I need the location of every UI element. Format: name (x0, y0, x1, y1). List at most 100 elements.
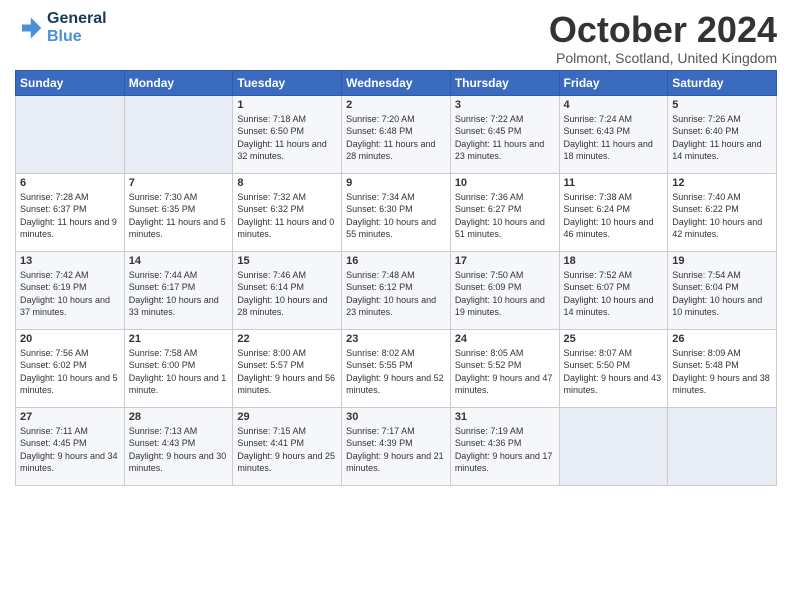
calendar-page: General Blue October 2024 Polmont, Scotl… (0, 0, 792, 494)
weekday-header: Tuesday (233, 70, 342, 95)
day-number: 12 (672, 177, 772, 189)
cell-details: Sunrise: 7:11 AM Sunset: 4:45 PM Dayligh… (20, 425, 120, 475)
day-number: 17 (455, 255, 555, 267)
cell-details: Sunrise: 7:48 AM Sunset: 6:12 PM Dayligh… (346, 269, 446, 319)
cell-details: Sunrise: 7:30 AM Sunset: 6:35 PM Dayligh… (129, 191, 229, 241)
cell-details: Sunrise: 8:02 AM Sunset: 5:55 PM Dayligh… (346, 347, 446, 397)
cell-details: Sunrise: 7:46 AM Sunset: 6:14 PM Dayligh… (237, 269, 337, 319)
day-number: 20 (20, 333, 120, 345)
day-number: 5 (672, 99, 772, 111)
cell-details: Sunrise: 7:17 AM Sunset: 4:39 PM Dayligh… (346, 425, 446, 475)
calendar-cell (16, 95, 125, 173)
cell-details: Sunrise: 7:44 AM Sunset: 6:17 PM Dayligh… (129, 269, 229, 319)
cell-details: Sunrise: 7:34 AM Sunset: 6:30 PM Dayligh… (346, 191, 446, 241)
calendar-cell: 10 Sunrise: 7:36 AM Sunset: 6:27 PM Dayli… (450, 173, 559, 251)
calendar-cell: 31 Sunrise: 7:19 AM Sunset: 4:36 PM Dayli… (450, 407, 559, 485)
day-number: 28 (129, 411, 229, 423)
cell-details: Sunrise: 7:50 AM Sunset: 6:09 PM Dayligh… (455, 269, 555, 319)
day-number: 9 (346, 177, 446, 189)
cell-details: Sunrise: 8:05 AM Sunset: 5:52 PM Dayligh… (455, 347, 555, 397)
weekday-header: Saturday (668, 70, 777, 95)
day-number: 24 (455, 333, 555, 345)
calendar-week-row: 20 Sunrise: 7:56 AM Sunset: 6:02 PM Dayli… (16, 329, 777, 407)
day-number: 4 (564, 99, 664, 111)
day-number: 2 (346, 99, 446, 111)
day-number: 1 (237, 99, 337, 111)
calendar-week-row: 1 Sunrise: 7:18 AM Sunset: 6:50 PM Daylig… (16, 95, 777, 173)
calendar-cell: 8Sunrise: 7:32 AM Sunset: 6:32 PM Daylig… (233, 173, 342, 251)
day-number: 29 (237, 411, 337, 423)
calendar-cell: 23 Sunrise: 8:02 AM Sunset: 5:55 PM Dayli… (342, 329, 451, 407)
weekday-header: Sunday (16, 70, 125, 95)
calendar-cell: 20 Sunrise: 7:56 AM Sunset: 6:02 PM Dayli… (16, 329, 125, 407)
day-number: 6 (20, 177, 120, 189)
cell-details: Sunrise: 7:52 AM Sunset: 6:07 PM Dayligh… (564, 269, 664, 319)
weekday-header-row: SundayMondayTuesdayWednesdayThursdayFrid… (16, 70, 777, 95)
calendar-cell: 22 Sunrise: 8:00 AM Sunset: 5:57 PM Dayli… (233, 329, 342, 407)
calendar-cell: 17 Sunrise: 7:50 AM Sunset: 6:09 PM Dayli… (450, 251, 559, 329)
day-number: 21 (129, 333, 229, 345)
weekday-header: Wednesday (342, 70, 451, 95)
day-number: 23 (346, 333, 446, 345)
day-number: 10 (455, 177, 555, 189)
calendar-week-row: 27 Sunrise: 7:11 AM Sunset: 4:45 PM Dayli… (16, 407, 777, 485)
cell-details: Sunrise: 7:24 AM Sunset: 6:43 PM Dayligh… (564, 113, 664, 163)
cell-details: Sunrise: 8:07 AM Sunset: 5:50 PM Dayligh… (564, 347, 664, 397)
calendar-cell: 26 Sunrise: 8:09 AM Sunset: 5:48 PM Dayli… (668, 329, 777, 407)
day-number: 26 (672, 333, 772, 345)
calendar-week-row: 13Sunrise: 7:42 AM Sunset: 6:19 PM Dayli… (16, 251, 777, 329)
day-number: 15 (237, 255, 337, 267)
day-number: 31 (455, 411, 555, 423)
calendar-cell: 2Sunrise: 7:20 AM Sunset: 6:48 PM Daylig… (342, 95, 451, 173)
weekday-header: Thursday (450, 70, 559, 95)
logo-icon (15, 14, 43, 42)
calendar-cell: 29 Sunrise: 7:15 AM Sunset: 4:41 PM Dayli… (233, 407, 342, 485)
calendar-cell: 11Sunrise: 7:38 AM Sunset: 6:24 PM Dayli… (559, 173, 668, 251)
calendar-cell: 9 Sunrise: 7:34 AM Sunset: 6:30 PM Daylig… (342, 173, 451, 251)
calendar-cell (124, 95, 233, 173)
month-title: October 2024 (549, 10, 777, 50)
cell-details: Sunrise: 7:28 AM Sunset: 6:37 PM Dayligh… (20, 191, 120, 241)
calendar-cell: 13Sunrise: 7:42 AM Sunset: 6:19 PM Dayli… (16, 251, 125, 329)
calendar-cell: 14 Sunrise: 7:44 AM Sunset: 6:17 PM Dayli… (124, 251, 233, 329)
cell-details: Sunrise: 7:22 AM Sunset: 6:45 PM Dayligh… (455, 113, 555, 163)
logo-text: General Blue (47, 10, 107, 45)
cell-details: Sunrise: 7:32 AM Sunset: 6:32 PM Dayligh… (237, 191, 337, 241)
calendar-cell: 7 Sunrise: 7:30 AM Sunset: 6:35 PM Daylig… (124, 173, 233, 251)
cell-details: Sunrise: 7:54 AM Sunset: 6:04 PM Dayligh… (672, 269, 772, 319)
cell-details: Sunrise: 7:36 AM Sunset: 6:27 PM Dayligh… (455, 191, 555, 241)
cell-details: Sunrise: 7:56 AM Sunset: 6:02 PM Dayligh… (20, 347, 120, 397)
cell-details: Sunrise: 7:26 AM Sunset: 6:40 PM Dayligh… (672, 113, 772, 163)
day-number: 3 (455, 99, 555, 111)
cell-details: Sunrise: 7:18 AM Sunset: 6:50 PM Dayligh… (237, 113, 337, 163)
calendar-cell: 15 Sunrise: 7:46 AM Sunset: 6:14 PM Dayli… (233, 251, 342, 329)
calendar-cell: 18Sunrise: 7:52 AM Sunset: 6:07 PM Dayli… (559, 251, 668, 329)
cell-details: Sunrise: 7:38 AM Sunset: 6:24 PM Dayligh… (564, 191, 664, 241)
calendar-cell: 6 Sunrise: 7:28 AM Sunset: 6:37 PM Daylig… (16, 173, 125, 251)
calendar-cell: 16Sunrise: 7:48 AM Sunset: 6:12 PM Dayli… (342, 251, 451, 329)
logo: General Blue (15, 10, 107, 45)
cell-details: Sunrise: 7:42 AM Sunset: 6:19 PM Dayligh… (20, 269, 120, 319)
title-block: October 2024 Polmont, Scotland, United K… (549, 10, 777, 66)
calendar-cell (668, 407, 777, 485)
calendar-cell: 24 Sunrise: 8:05 AM Sunset: 5:52 PM Dayli… (450, 329, 559, 407)
day-number: 22 (237, 333, 337, 345)
calendar-cell: 25 Sunrise: 8:07 AM Sunset: 5:50 PM Dayli… (559, 329, 668, 407)
cell-details: Sunrise: 7:40 AM Sunset: 6:22 PM Dayligh… (672, 191, 772, 241)
calendar-cell: 1 Sunrise: 7:18 AM Sunset: 6:50 PM Daylig… (233, 95, 342, 173)
calendar-cell: 4 Sunrise: 7:24 AM Sunset: 6:43 PM Daylig… (559, 95, 668, 173)
day-number: 7 (129, 177, 229, 189)
cell-details: Sunrise: 7:19 AM Sunset: 4:36 PM Dayligh… (455, 425, 555, 475)
weekday-header: Friday (559, 70, 668, 95)
day-number: 27 (20, 411, 120, 423)
day-number: 25 (564, 333, 664, 345)
cell-details: Sunrise: 7:15 AM Sunset: 4:41 PM Dayligh… (237, 425, 337, 475)
cell-details: Sunrise: 7:58 AM Sunset: 6:00 PM Dayligh… (129, 347, 229, 397)
cell-details: Sunrise: 8:00 AM Sunset: 5:57 PM Dayligh… (237, 347, 337, 397)
day-number: 19 (672, 255, 772, 267)
day-number: 14 (129, 255, 229, 267)
cell-details: Sunrise: 8:09 AM Sunset: 5:48 PM Dayligh… (672, 347, 772, 397)
weekday-header: Monday (124, 70, 233, 95)
calendar-cell: 19 Sunrise: 7:54 AM Sunset: 6:04 PM Dayli… (668, 251, 777, 329)
calendar-cell: 27 Sunrise: 7:11 AM Sunset: 4:45 PM Dayli… (16, 407, 125, 485)
